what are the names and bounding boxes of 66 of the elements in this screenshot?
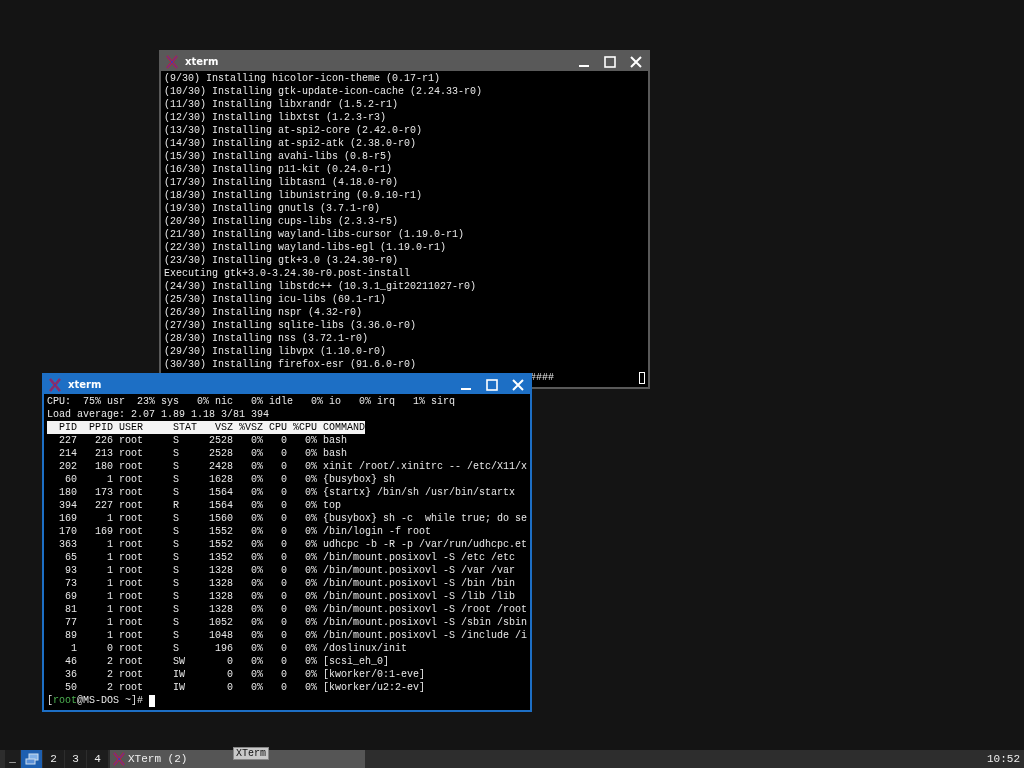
process-row-text: 77 1 root S 1052 0% 0 0% /bin/mount.posixovl -S /sbin /sbin (64, 616, 528, 629)
process-row-text: 1 0 root S 196 0% 0 0% /doslinux/init (70, 642, 408, 655)
terminal-line: (25/30) Installing icu-libs (69.1-r1) (164, 293, 387, 306)
terminal-line: (17/30) Installing libtasn1 (4.18.0-r0) (164, 176, 399, 189)
terminal-line: (22/30) Installing wayland-libs-egl (1.19.0-r1) (164, 241, 447, 254)
process-row-text: 202 180 root S 2428 0% 0 0% xinit /root/.xinitrc -- /etc/X11/x (58, 460, 528, 473)
process-row-text: 214 213 root S 2528 0% 0 0% bash (58, 447, 348, 460)
process-row-text: 89 1 root S 1048 0% 0 0% /bin/mount.posixovl -S /include /i (64, 629, 528, 642)
maximize-button[interactable] (484, 377, 500, 392)
terminal-line: (19/30) Installing gnutls (3.7.1-r0) (164, 202, 381, 215)
process-row-text: 69 1 root S 1328 0% 0 0% /bin/mount.posixovl -S /lib /lib (64, 590, 516, 603)
workspace-button[interactable]: 3 (65, 750, 86, 768)
terminal-line: (14/30) Installing at-spi2-atk (2.38.0-r0) (164, 137, 417, 150)
terminal-line: (13/30) Installing at-spi2-core (2.42.0-r0) (164, 124, 423, 137)
show-desktop-button[interactable]: _ (5, 750, 20, 768)
terminal-line: CPU: 75% usr 23% sys 0% nic 0% idle 0% io 0% irq 1% sirq (47, 395, 456, 408)
cursor (639, 371, 645, 384)
terminal-line: (27/30) Installing sqlite-libs (3.36.0-r0) (164, 319, 417, 332)
shell-prompt: [root@MS-DOS ~]# (47, 694, 145, 707)
maximize-button[interactable] (602, 54, 618, 69)
terminal-line: (20/30) Installing cups-libs (2.3.3-r5) (164, 215, 399, 228)
cursor (149, 694, 156, 707)
window-title: xterm (68, 379, 103, 390)
terminal-line: (18/30) Installing libunistring (0.9.10-r1) (164, 189, 423, 202)
terminal-line: Executing gtk+3.0-3.24.30-r0.post-install (164, 267, 411, 280)
terminal-line: (15/30) Installing avahi-libs (0.8-r5) (164, 150, 393, 163)
process-row-text: 46 2 root SW 0 0% 0 0% [scsi_eh_0] (64, 655, 390, 668)
process-row-text: 394 227 root R 1564 0% 0 0% top (58, 499, 342, 512)
process-row-text: 36 2 root IW 0 0% 0 0% [kworker/0:1-eve] (64, 668, 426, 681)
close-button[interactable] (628, 54, 644, 69)
process-row-text: 170 169 root S 1552 0% 0 0% /bin/login -f root (58, 525, 432, 538)
column-header-row: PID PPID USER STAT VSZ %VSZ CPU %CPU COMMAND (47, 421, 366, 434)
terminal-line: (12/30) Installing libxtst (1.2.3-r3) (164, 111, 387, 124)
workspace-button[interactable]: 2 (43, 750, 64, 768)
terminal-line: (21/30) Installing wayland-libs-cursor (1.19.0-r1) (164, 228, 465, 241)
app-icon (112, 752, 126, 766)
terminal-line: (26/30) Installing nspr (4.32-r0) (164, 306, 363, 319)
process-row-text: 93 1 root S 1328 0% 0 0% /bin/mount.posixovl -S /var /var (64, 564, 516, 577)
terminal-line: (23/30) Installing gtk+3.0 (3.24.30-r0) (164, 254, 399, 267)
process-row-text: 169 1 root S 1560 0% 0 0% {busybox} sh -c while true; do se (58, 512, 528, 525)
app-icon (165, 54, 179, 69)
app-icon (48, 377, 62, 392)
process-row-text: 60 1 root S 1628 0% 0 0% {busybox} sh (64, 473, 396, 486)
terminal-line: (10/30) Installing gtk-update-icon-cache (2.24.33-r0) (164, 85, 483, 98)
process-row-text: 363 1 root S 1552 0% 0 0% udhcpc -b -R -p /var/run/udhcpc.et (58, 538, 528, 551)
process-row-text: 73 1 root S 1328 0% 0 0% /bin/mount.posixovl -S /bin /bin (64, 577, 516, 590)
close-button[interactable] (510, 377, 526, 392)
process-row-text: 81 1 root S 1328 0% 0 0% /bin/mount.posixovl -S /root /root (64, 603, 528, 616)
terminal-line: (28/30) Installing nss (3.72.1-r0) (164, 332, 369, 345)
tooltip: XTerm (233, 747, 269, 760)
desktop-icon (24, 753, 39, 765)
process-row-text: 180 173 root S 1564 0% 0 0% {startx} /bin/sh /usr/bin/startx (58, 486, 516, 499)
process-row-text: 50 2 root IW 0 0% 0 0% [kworker/u2:2-ev] (64, 681, 426, 694)
window-title: xterm (185, 56, 220, 67)
clock: 10:52 (987, 752, 1021, 767)
workspace-button[interactable] (21, 750, 42, 768)
terminal-line: (24/30) Installing libstdc++ (10.3.1_git20211027-r0) (164, 280, 477, 293)
terminal-line: Load average: 2.07 1.89 1.18 3/81 394 (47, 408, 270, 421)
process-row-text: 227 226 root S 2528 0% 0 0% bash (58, 434, 348, 447)
terminal-line: (30/30) Installing firefox-esr (91.6.0-r0) (164, 358, 417, 371)
terminal-line: (16/30) Installing p11-kit (0.24.0-r1) (164, 163, 393, 176)
process-row-text: 65 1 root S 1352 0% 0 0% /bin/mount.posixovl -S /etc /etc (64, 551, 516, 564)
workspace-button[interactable]: 4 (87, 750, 108, 768)
terminal-line: (29/30) Installing libvpx (1.10.0-r0) (164, 345, 387, 358)
terminal-line: (9/30) Installing hicolor-icon-theme (0.17-r1) (164, 72, 441, 85)
terminal-line: (11/30) Installing libxrandr (1.5.2-r1) (164, 98, 399, 111)
